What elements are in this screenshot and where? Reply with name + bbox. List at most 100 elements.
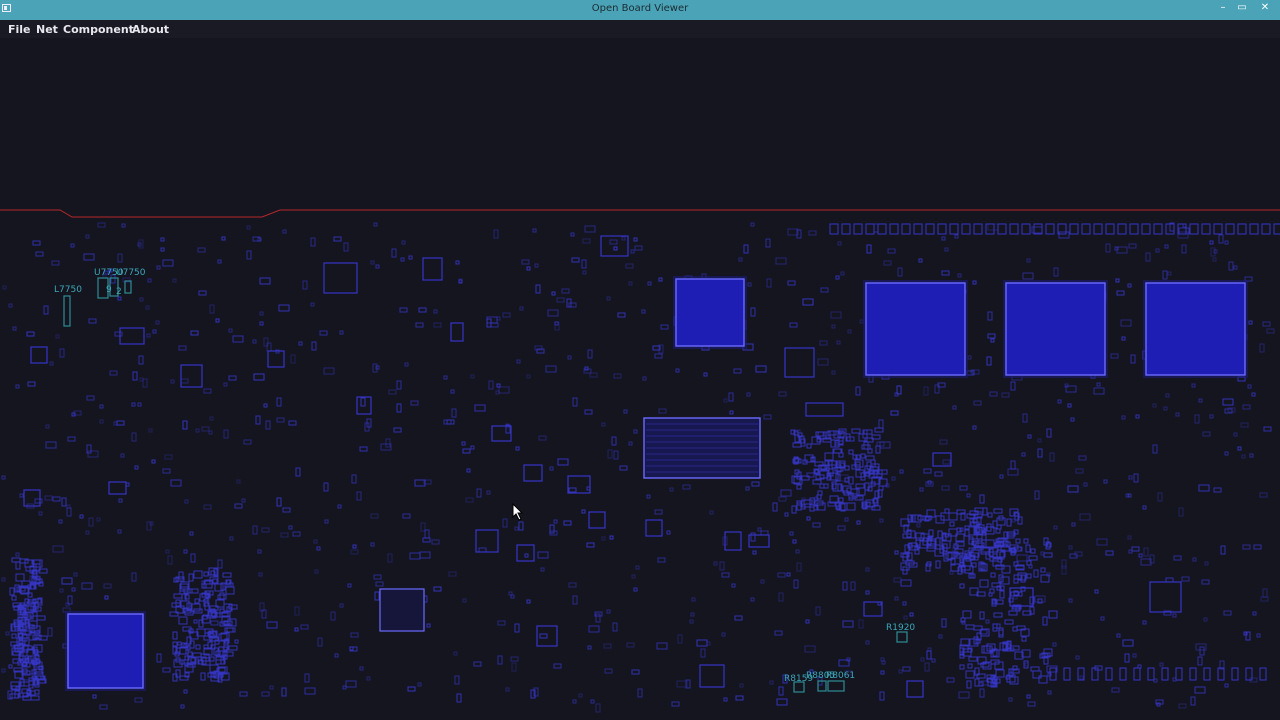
component-pad[interactable]	[690, 612, 695, 617]
component-pad[interactable]	[987, 333, 996, 339]
component-pad[interactable]	[609, 535, 614, 540]
component-pad[interactable]	[337, 504, 342, 509]
component-pad[interactable]	[1048, 610, 1058, 619]
component-pad[interactable]	[466, 468, 471, 473]
component-pad[interactable]	[241, 498, 246, 503]
component-pad[interactable]	[85, 530, 90, 535]
component-pad[interactable]	[300, 624, 309, 630]
component-pad[interactable]	[516, 359, 521, 364]
component-pad[interactable]	[1260, 596, 1269, 602]
component-pad[interactable]	[587, 349, 593, 359]
component-label[interactable]: R1920	[886, 623, 915, 633]
component-pad[interactable]	[603, 643, 612, 649]
component-pad[interactable]	[370, 513, 379, 519]
component-pad[interactable]	[979, 579, 989, 588]
component-pad[interactable]	[532, 228, 537, 233]
component-pad[interactable]	[170, 479, 182, 487]
component-pad[interactable]	[900, 579, 912, 587]
component-pad[interactable]	[812, 479, 822, 485]
component-pad[interactable]	[689, 619, 694, 624]
component-pad[interactable]	[1228, 261, 1234, 271]
component-pad[interactable]	[942, 459, 951, 465]
component-pad[interactable]	[865, 223, 875, 235]
component-pad[interactable]	[518, 521, 524, 531]
component-pad[interactable]	[209, 416, 214, 421]
component-pad[interactable]	[847, 329, 852, 334]
component-pad[interactable]	[1075, 468, 1084, 474]
component-label[interactable]: R8061	[826, 671, 855, 681]
component-pad[interactable]	[282, 229, 287, 234]
component-pad[interactable]	[228, 375, 237, 381]
component-pad[interactable]	[778, 592, 784, 602]
component-pad[interactable]	[989, 588, 995, 594]
component-pad[interactable]	[118, 498, 123, 503]
component-pad[interactable]	[848, 449, 854, 455]
component-pad[interactable]	[600, 235, 629, 257]
component-pad[interactable]	[778, 496, 787, 502]
component-pad[interactable]	[1142, 505, 1147, 510]
component-pad[interactable]	[420, 522, 426, 532]
component-pad[interactable]	[1241, 454, 1246, 459]
component-pad[interactable]	[294, 606, 300, 616]
component-pad[interactable]	[63, 295, 71, 327]
component-pad[interactable]	[1233, 265, 1238, 270]
component-pad[interactable]	[568, 582, 577, 588]
component-pad[interactable]	[131, 402, 136, 407]
component-pad[interactable]	[962, 610, 972, 619]
component-pad[interactable]	[505, 687, 510, 692]
component-pad[interactable]	[1213, 487, 1222, 493]
component-pad[interactable]	[134, 697, 143, 703]
component-pad[interactable]	[999, 590, 1005, 599]
component-pad[interactable]	[502, 312, 511, 318]
component-pad[interactable]	[209, 656, 215, 662]
component-pad[interactable]	[534, 263, 539, 268]
component-pad[interactable]	[67, 613, 144, 689]
component-pad[interactable]	[323, 367, 335, 375]
component-pad[interactable]	[551, 291, 556, 296]
component-pad[interactable]	[330, 611, 336, 621]
component-pad[interactable]	[1194, 414, 1200, 424]
component-pad[interactable]	[812, 522, 821, 528]
component-pad[interactable]	[1027, 434, 1032, 439]
component-pad[interactable]	[1078, 455, 1087, 461]
component-pad[interactable]	[987, 512, 993, 518]
component-pad[interactable]	[1028, 555, 1038, 561]
component-pad[interactable]	[967, 355, 972, 360]
component-label[interactable]: L7750	[54, 285, 82, 295]
component-pad[interactable]	[855, 483, 865, 489]
component-pad[interactable]	[738, 257, 743, 262]
component-pad[interactable]	[1008, 697, 1013, 702]
component-pad[interactable]	[916, 523, 921, 528]
component-pad[interactable]	[1181, 244, 1187, 254]
component-pad[interactable]	[15, 561, 21, 570]
component-pad[interactable]	[375, 581, 384, 587]
component-pad[interactable]	[131, 432, 137, 442]
component-pad[interactable]	[81, 582, 93, 590]
component-pad[interactable]	[223, 382, 228, 387]
component-pad[interactable]	[1197, 656, 1203, 666]
component-pad[interactable]	[1128, 549, 1133, 554]
component-pad[interactable]	[180, 600, 190, 609]
component-pad[interactable]	[1115, 278, 1120, 283]
component-pad[interactable]	[901, 223, 911, 235]
component-pad[interactable]	[589, 372, 598, 378]
component-pad[interactable]	[58, 519, 63, 524]
component-pad[interactable]	[402, 513, 411, 519]
component-pad[interactable]	[352, 544, 357, 549]
component-pad[interactable]	[35, 251, 44, 257]
component-pad[interactable]	[1161, 667, 1169, 681]
component-pad[interactable]	[802, 298, 814, 306]
component-pad[interactable]	[939, 439, 948, 445]
component-pad[interactable]	[645, 519, 663, 537]
component-pad[interactable]	[1058, 231, 1070, 239]
component-pad[interactable]	[201, 426, 210, 432]
component-pad[interactable]	[982, 507, 988, 516]
component-pad[interactable]	[832, 483, 842, 492]
component-pad[interactable]	[1224, 240, 1229, 245]
component-pad[interactable]	[510, 656, 519, 662]
component-pad[interactable]	[838, 497, 844, 503]
component-pad[interactable]	[197, 247, 206, 253]
component-pad[interactable]	[1145, 282, 1246, 376]
menu-file[interactable]: File	[8, 23, 31, 36]
component-pad[interactable]	[998, 627, 1004, 636]
